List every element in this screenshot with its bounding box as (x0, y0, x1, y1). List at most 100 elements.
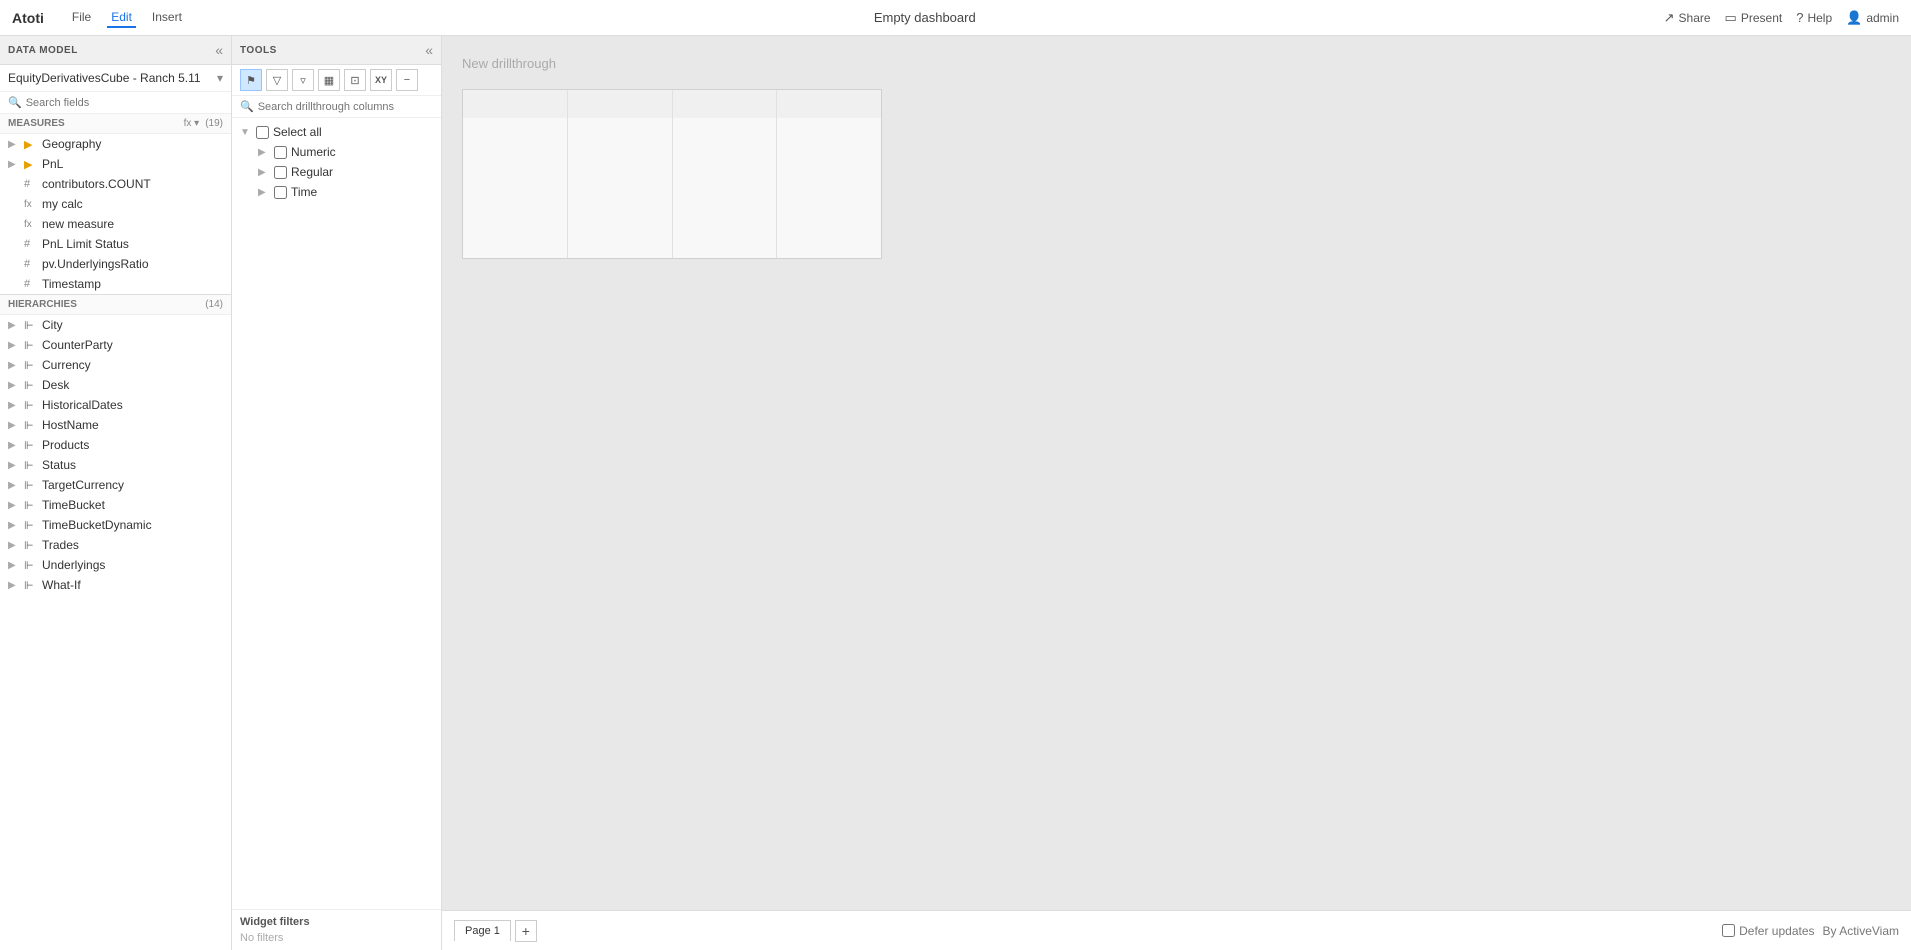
time-label: Time (291, 185, 317, 199)
tool-filter1-btn[interactable]: ⚑ (240, 69, 262, 91)
hierarchy-label: HistoricalDates (42, 398, 123, 412)
measure-item-contributors[interactable]: # contributors.COUNT (0, 174, 231, 194)
hierarchy-label: HostName (42, 418, 99, 432)
select-all-item[interactable]: ▼ Select all (232, 122, 441, 142)
hierarchy-icon: ⊩ (24, 359, 38, 372)
present-icon: ▭ (1725, 10, 1737, 26)
hierarchy-icon: ⊩ (24, 519, 38, 532)
hierarchy-item-whatif[interactable]: ▶ ⊩ What-If (0, 575, 231, 595)
regular-checkbox[interactable] (274, 166, 287, 179)
hierarchy-item-currency[interactable]: ▶ ⊩ Currency (0, 355, 231, 375)
fx-icon: fx (24, 199, 38, 210)
hierarchy-icon: ⊩ (24, 319, 38, 332)
measures-controls: fx ▾ (19) (184, 118, 223, 129)
tools-collapse-btn[interactable]: « (425, 42, 433, 58)
hierarchy-item-timebucketdynamic[interactable]: ▶ ⊩ TimeBucketDynamic (0, 515, 231, 535)
menu-insert[interactable]: Insert (148, 8, 186, 28)
main-content: DATA MODEL « EquityDerivativesCube - Ran… (0, 36, 1911, 950)
hierarchy-item-desk[interactable]: ▶ ⊩ Desk (0, 375, 231, 395)
help-label: Help (1807, 11, 1832, 25)
regular-label: Regular (291, 165, 333, 179)
hierarchy-icon: ⊩ (24, 379, 38, 392)
expand-icon: ▶ (8, 580, 20, 591)
measure-item-pnl[interactable]: ▶ ▶ PnL (0, 154, 231, 174)
expand-icon: ▶ (8, 380, 20, 391)
drillthrough-columns-list: ▼ Select all ▶ Numeric ▶ Regular ▶ Time (232, 118, 441, 909)
user-icon: 👤 (1846, 10, 1862, 26)
expand-icon: ▶ (8, 159, 20, 170)
data-model-collapse-btn[interactable]: « (215, 42, 223, 58)
grid-data-row (463, 202, 881, 230)
drillthrough-time-item[interactable]: ▶ Time (232, 182, 441, 202)
hierarchy-item-timebucket[interactable]: ▶ ⊩ TimeBucket (0, 495, 231, 515)
page-tabs: Page 1 + (454, 920, 537, 942)
tool-columns-btn[interactable]: ▦ (318, 69, 340, 91)
defer-updates-checkbox[interactable] (1722, 924, 1735, 937)
page-tab-1[interactable]: Page 1 (454, 920, 511, 941)
no-filters-label: No filters (240, 932, 433, 944)
drillthrough-regular-item[interactable]: ▶ Regular (232, 162, 441, 182)
expand-icon: ▶ (258, 187, 270, 198)
hierarchy-item-city[interactable]: ▶ ⊩ City (0, 315, 231, 335)
user-button[interactable]: 👤 admin (1846, 10, 1899, 26)
tool-filter2-btn[interactable]: ▽ (266, 69, 288, 91)
folder-icon: ▶ (24, 158, 38, 171)
menu-edit[interactable]: Edit (107, 8, 136, 28)
grid-data-cell (568, 118, 673, 146)
hierarchy-icon: ⊩ (24, 339, 38, 352)
hierarchy-label: Underlyings (42, 558, 105, 572)
hierarchy-item-trades[interactable]: ▶ ⊩ Trades (0, 535, 231, 555)
expand-icon: ▶ (258, 167, 270, 178)
drillthrough-numeric-item[interactable]: ▶ Numeric (232, 142, 441, 162)
hierarchy-item-status[interactable]: ▶ ⊩ Status (0, 455, 231, 475)
hash-icon: # (24, 238, 38, 250)
expand-icon: ▶ (8, 420, 20, 431)
dashboard-title: Empty dashboard (202, 10, 1648, 25)
drillthrough-search-input[interactable] (258, 101, 433, 113)
present-label: Present (1741, 11, 1782, 25)
measure-item-geography[interactable]: ▶ ▶ Geography (0, 134, 231, 154)
time-checkbox[interactable] (274, 186, 287, 199)
cube-selector[interactable]: EquityDerivativesCube - Ranch 5.11 ▾ (0, 65, 231, 92)
menu-file[interactable]: File (68, 8, 95, 28)
hierarchy-item-targetcurrency[interactable]: ▶ ⊩ TargetCurrency (0, 475, 231, 495)
grid-header-cell (568, 90, 673, 118)
tool-filter3-btn[interactable]: ▿ (292, 69, 314, 91)
add-page-btn[interactable]: + (515, 920, 537, 942)
measure-item-pnllimitstatus[interactable]: # PnL Limit Status (0, 234, 231, 254)
expand-icon: ▶ (8, 340, 20, 351)
drillthrough-grid (462, 89, 882, 259)
expand-icon: ▶ (8, 360, 20, 371)
numeric-checkbox[interactable] (274, 146, 287, 159)
hierarchy-item-counterparty[interactable]: ▶ ⊩ CounterParty (0, 335, 231, 355)
hierarchy-item-products[interactable]: ▶ ⊩ Products (0, 435, 231, 455)
tools-title: TOOLS (240, 45, 277, 56)
present-button[interactable]: ▭ Present (1725, 10, 1783, 26)
measure-label: Timestamp (42, 277, 101, 291)
cube-name: EquityDerivativesCube - Ranch 5.11 (8, 71, 213, 85)
help-button[interactable]: ? Help (1796, 10, 1832, 25)
hierarchy-label: CounterParty (42, 338, 113, 352)
grid-data-cell (463, 174, 568, 202)
hierarchy-item-historicaldates[interactable]: ▶ ⊩ HistoricalDates (0, 395, 231, 415)
share-button[interactable]: ↗ Share (1664, 10, 1711, 26)
grid-data-row (463, 146, 881, 174)
measure-label: PnL (42, 157, 63, 171)
measure-item-underlyingsratio[interactable]: # pv.UnderlyingsRatio (0, 254, 231, 274)
hierarchy-item-underlyings[interactable]: ▶ ⊩ Underlyings (0, 555, 231, 575)
grid-data-cell (777, 174, 881, 202)
tool-scatter-btn[interactable]: ⊡ (344, 69, 366, 91)
hierarchy-item-hostname[interactable]: ▶ ⊩ HostName (0, 415, 231, 435)
tool-xy-btn[interactable]: XY (370, 69, 392, 91)
hash-icon: # (24, 178, 38, 190)
defer-updates-section: Defer updates By ActiveViam (1722, 924, 1899, 938)
measure-item-newmeasure[interactable]: fx new measure (0, 214, 231, 234)
search-fields-input[interactable] (26, 97, 223, 109)
measure-item-mycalc[interactable]: fx my calc (0, 194, 231, 214)
measure-item-timestamp[interactable]: # Timestamp (0, 274, 231, 294)
tools-footer: Widget filters No filters (232, 909, 441, 950)
select-all-checkbox[interactable] (256, 126, 269, 139)
tool-remove-btn[interactable]: − (396, 69, 418, 91)
defer-updates-checkbox-label[interactable]: Defer updates (1722, 924, 1814, 938)
search-icon: 🔍 (240, 100, 254, 113)
